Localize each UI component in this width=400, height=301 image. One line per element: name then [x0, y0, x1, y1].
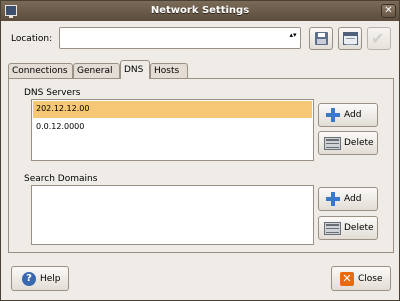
spinner-arrows-icon[interactable]: ▴▾ — [289, 32, 297, 39]
help-icon: ? — [22, 272, 36, 286]
dns-server-row[interactable]: 202.12.12.00 — [33, 101, 312, 118]
delete-icon — [324, 222, 341, 235]
delete-icon — [324, 137, 341, 150]
plus-icon — [326, 192, 340, 206]
close-button[interactable]: ✕ Close — [331, 266, 391, 291]
delete-label: Delete — [344, 223, 374, 233]
apply-button[interactable]: ✔ — [367, 27, 391, 50]
dns-servers-label: DNS Servers — [24, 88, 81, 98]
dns-panel: DNS Servers 202.12.12.00 0.0.12.0000 Add… — [8, 78, 394, 253]
delete-dns-server-button[interactable]: Delete — [318, 131, 378, 155]
delete-search-domain-button[interactable]: Delete — [318, 216, 378, 240]
properties-icon — [343, 32, 358, 45]
tab-general[interactable]: General — [73, 63, 120, 79]
help-label: Help — [40, 274, 61, 284]
help-button[interactable]: ? Help — [11, 266, 69, 291]
dns-server-row[interactable]: 0.0.12.0000 — [33, 119, 312, 136]
checkmark-icon: ✔ — [371, 29, 385, 48]
tab-dns[interactable]: DNS — [120, 60, 150, 79]
location-combo[interactable]: ▴▾ — [59, 27, 301, 49]
search-domains-label: Search Domains — [24, 174, 98, 184]
tab-hosts[interactable]: Hosts — [150, 63, 188, 79]
location-label: Location: — [11, 34, 53, 44]
close-label: Close — [358, 274, 383, 284]
floppy-disk-icon — [315, 32, 328, 45]
add-label: Add — [344, 110, 362, 120]
save-location-button[interactable] — [309, 27, 333, 50]
close-icon: ✕ — [340, 272, 354, 286]
add-search-domain-button[interactable]: Add — [318, 187, 378, 211]
add-dns-server-button[interactable]: Add — [318, 103, 378, 127]
window-title: Network Settings — [150, 5, 250, 16]
location-properties-button[interactable] — [338, 27, 362, 50]
network-settings-window: Network Settings ✕ Location: ▴▾ ✔ Connec… — [0, 0, 400, 301]
plus-icon — [326, 108, 340, 122]
tab-connections[interactable]: Connections — [8, 63, 73, 79]
add-label: Add — [344, 194, 362, 204]
dns-servers-list[interactable]: 202.12.12.00 0.0.12.0000 — [31, 99, 314, 161]
titlebar[interactable]: Network Settings ✕ — [1, 1, 399, 21]
window-close-button[interactable]: ✕ — [381, 4, 396, 18]
delete-label: Delete — [344, 138, 374, 148]
search-domains-list[interactable] — [31, 185, 314, 245]
